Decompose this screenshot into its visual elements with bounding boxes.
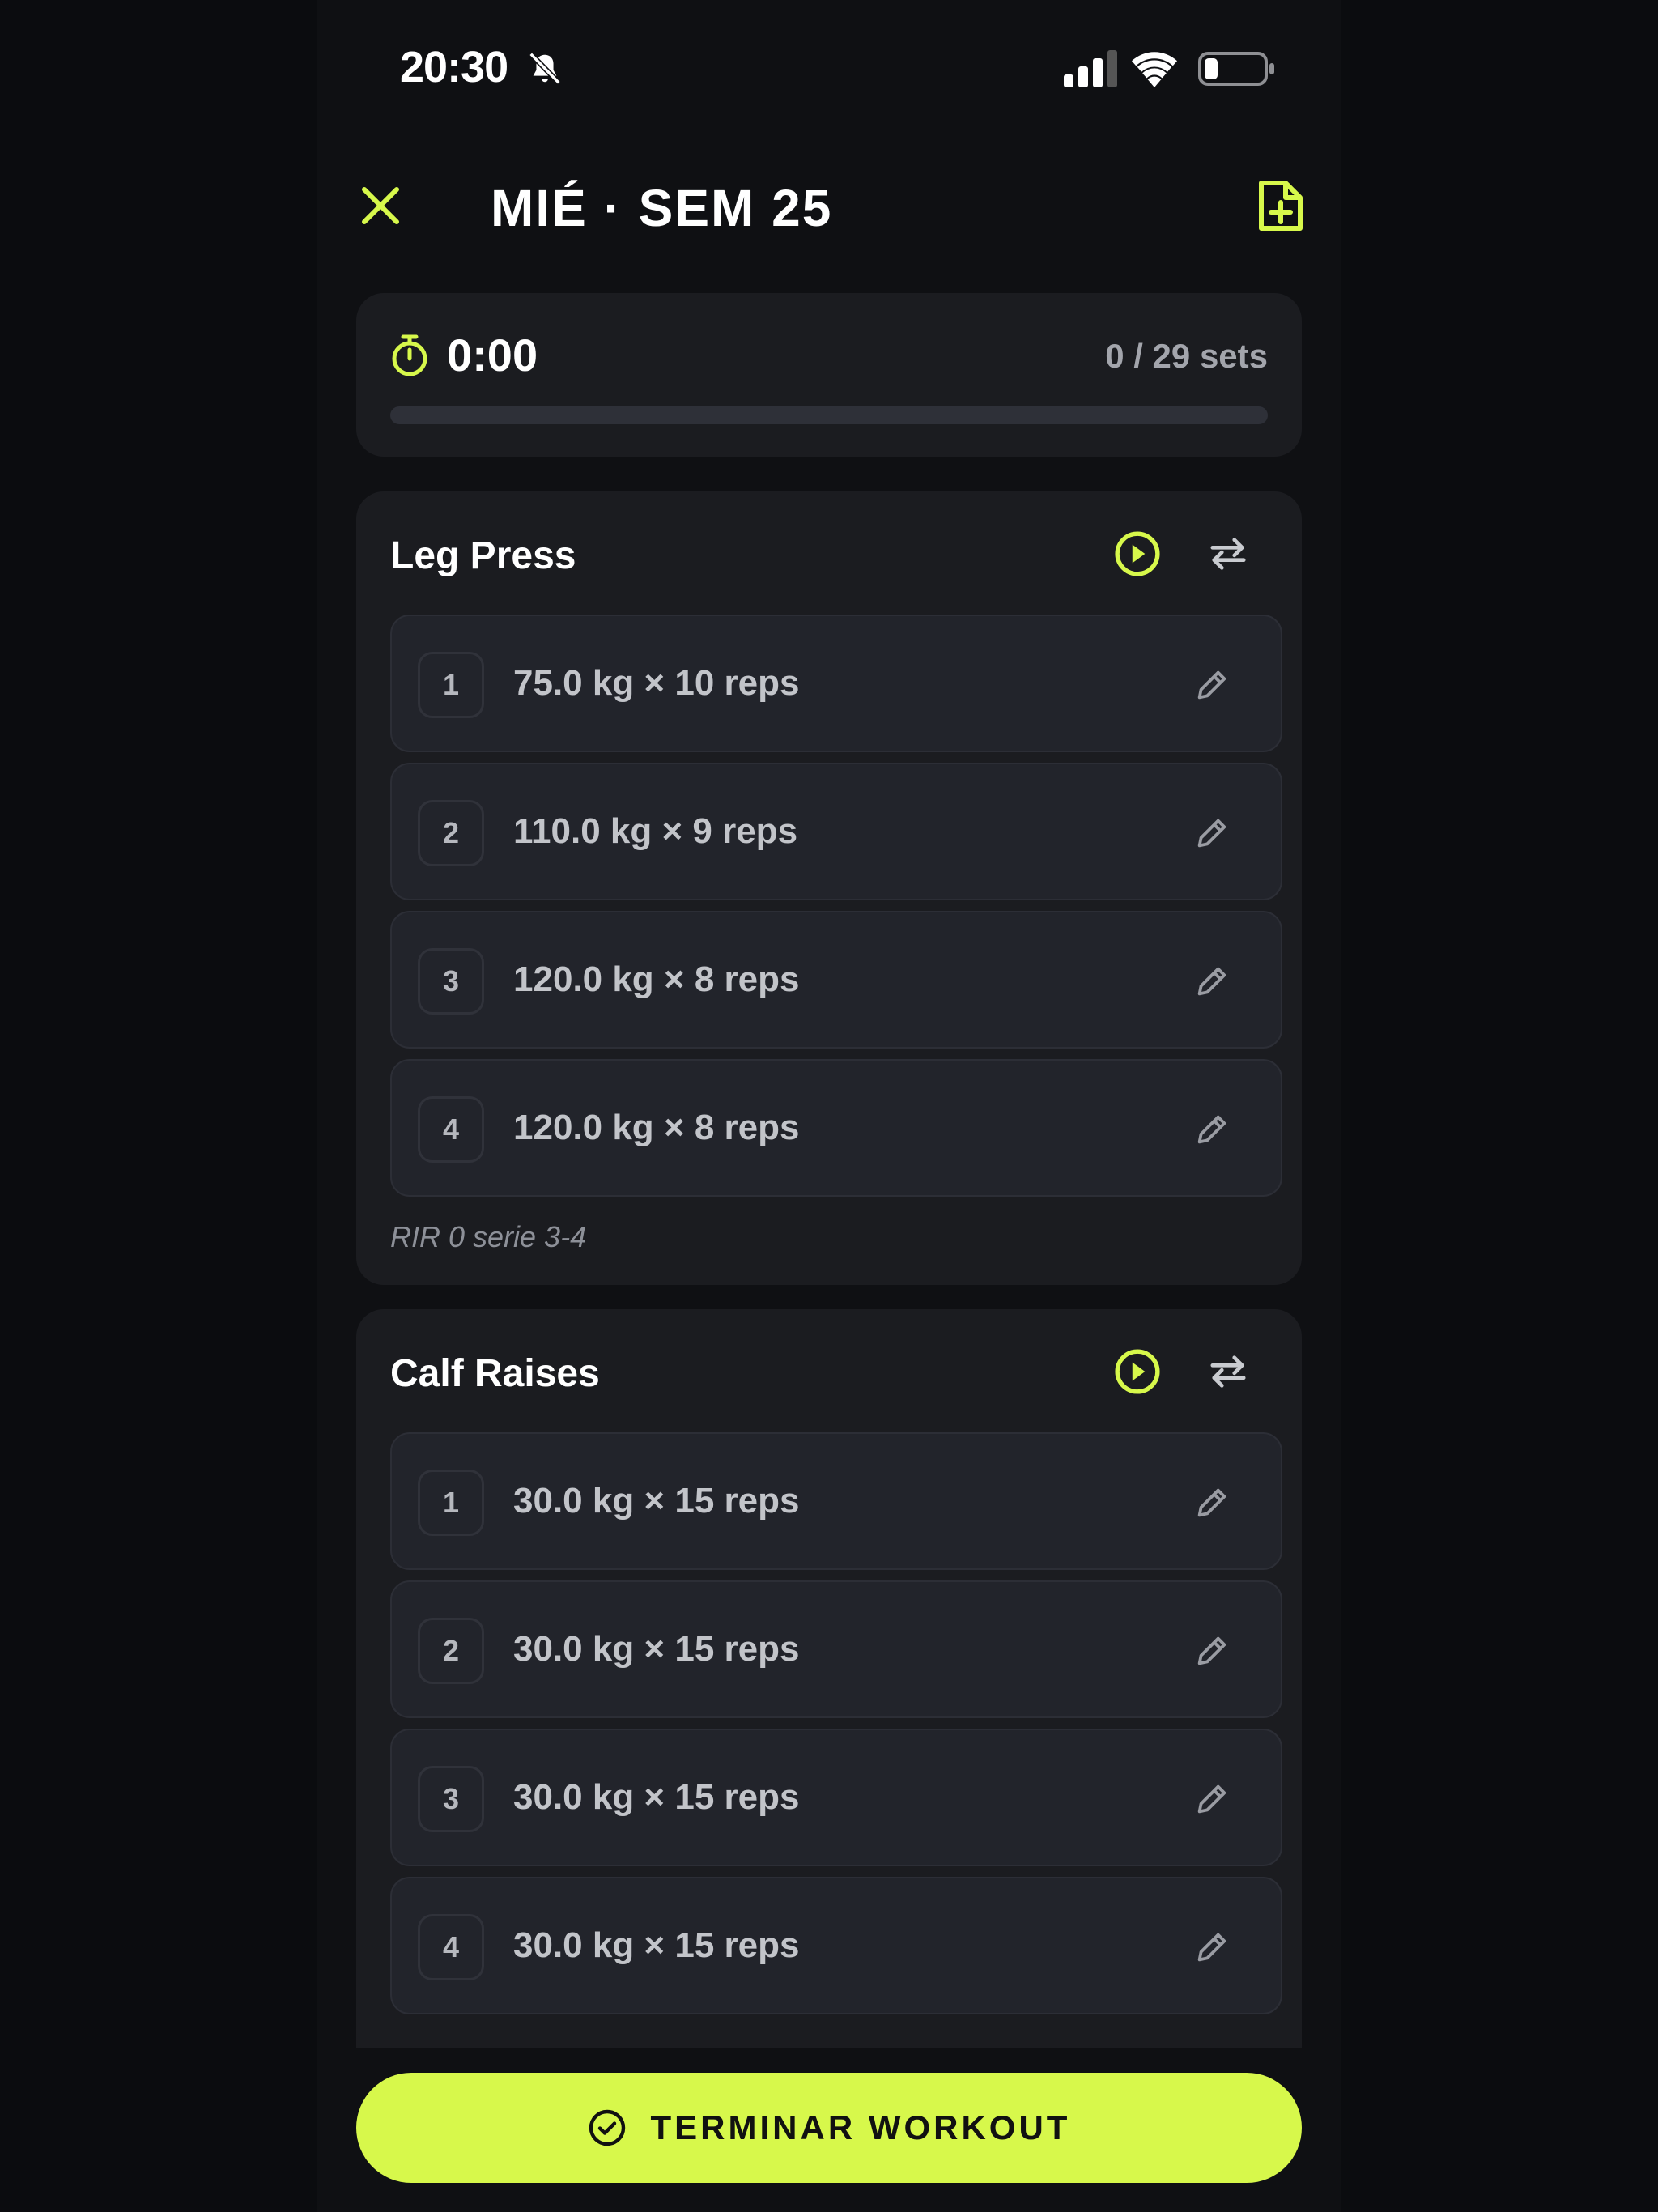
- app-screen: 20:30 MIÉ · SEM 25 0:00 0 / 29 sets Leg …: [317, 0, 1341, 2212]
- play-icon[interactable]: [1114, 530, 1161, 577]
- set-number: 1: [418, 652, 484, 718]
- sets-progress-label: 0 / 29 sets: [1105, 337, 1268, 375]
- exercise-title: Calf Raises: [390, 1352, 600, 1395]
- pencil-icon[interactable]: [1193, 666, 1231, 704]
- pencil-icon[interactable]: [1193, 1111, 1231, 1148]
- swap-icon[interactable]: [1208, 535, 1248, 572]
- add-document-icon[interactable]: [1256, 178, 1305, 233]
- cellular-signal-icon: [1064, 50, 1117, 87]
- workout-timer-card: 0:00 0 / 29 sets: [356, 293, 1302, 457]
- set-details: 30.0 kg × 15 reps: [513, 1629, 800, 1669]
- set-row[interactable]: 1 30.0 kg × 15 reps: [390, 1432, 1282, 1570]
- exercise-title: Leg Press: [390, 534, 576, 577]
- set-number: 2: [418, 800, 484, 866]
- set-details: 120.0 kg × 8 reps: [513, 959, 800, 999]
- sets-progress-bar: [390, 406, 1268, 424]
- wifi-icon: [1132, 52, 1177, 87]
- stopwatch-icon: [392, 334, 427, 376]
- set-number: 1: [418, 1470, 484, 1536]
- set-number: 2: [418, 1618, 484, 1684]
- set-row[interactable]: 4 120.0 kg × 8 reps: [390, 1059, 1282, 1197]
- pencil-icon[interactable]: [1193, 1632, 1231, 1670]
- set-number: 3: [418, 948, 484, 1015]
- check-circle-icon: [589, 2109, 625, 2146]
- status-time: 20:30: [400, 43, 508, 91]
- swap-icon[interactable]: [1208, 1353, 1248, 1390]
- set-row[interactable]: 3 120.0 kg × 8 reps: [390, 911, 1282, 1049]
- page-title: MIÉ · SEM 25: [491, 179, 833, 237]
- set-row[interactable]: 4 30.0 kg × 15 reps: [390, 1877, 1282, 2014]
- pencil-icon[interactable]: [1193, 815, 1231, 852]
- set-row[interactable]: 2 110.0 kg × 9 reps: [390, 763, 1282, 900]
- pencil-icon[interactable]: [1193, 1929, 1231, 1966]
- exercise-card: Leg Press 1 75.0 kg × 10 reps 2 110.0 kg…: [356, 491, 1302, 1285]
- set-row[interactable]: 2 30.0 kg × 15 reps: [390, 1580, 1282, 1718]
- exercise-card: Calf Raises 1 30.0 kg × 15 reps 2 30.0 k…: [356, 1309, 1302, 2119]
- pencil-icon[interactable]: [1193, 963, 1231, 1000]
- set-number: 3: [418, 1766, 484, 1832]
- pencil-icon[interactable]: [1193, 1484, 1231, 1521]
- bell-muted-icon: [529, 52, 561, 85]
- close-icon[interactable]: [358, 183, 403, 228]
- set-number: 4: [418, 1096, 484, 1163]
- finish-workout-label: TERMINAR WORKOUT: [650, 2108, 1071, 2146]
- play-icon[interactable]: [1114, 1348, 1161, 1395]
- header: MIÉ · SEM 25: [317, 162, 1341, 251]
- battery-icon: [1198, 52, 1274, 86]
- set-details: 30.0 kg × 15 reps: [513, 1925, 800, 1965]
- set-row[interactable]: 1 75.0 kg × 10 reps: [390, 615, 1282, 752]
- set-details: 120.0 kg × 8 reps: [513, 1108, 800, 1147]
- set-details: 110.0 kg × 9 reps: [513, 811, 798, 851]
- set-details: 75.0 kg × 10 reps: [513, 663, 800, 703]
- exercise-note: RIR 0 serie 3-4: [390, 1220, 587, 1253]
- set-number: 4: [418, 1914, 484, 1980]
- pencil-icon[interactable]: [1193, 1780, 1231, 1818]
- elapsed-time: 0:00: [447, 330, 538, 381]
- set-details: 30.0 kg × 15 reps: [513, 1481, 800, 1521]
- status-bar: 20:30: [317, 0, 1341, 138]
- set-row[interactable]: 3 30.0 kg × 15 reps: [390, 1729, 1282, 1866]
- set-details: 30.0 kg × 15 reps: [513, 1777, 800, 1817]
- finish-workout-button[interactable]: TERMINAR WORKOUT: [356, 2073, 1302, 2183]
